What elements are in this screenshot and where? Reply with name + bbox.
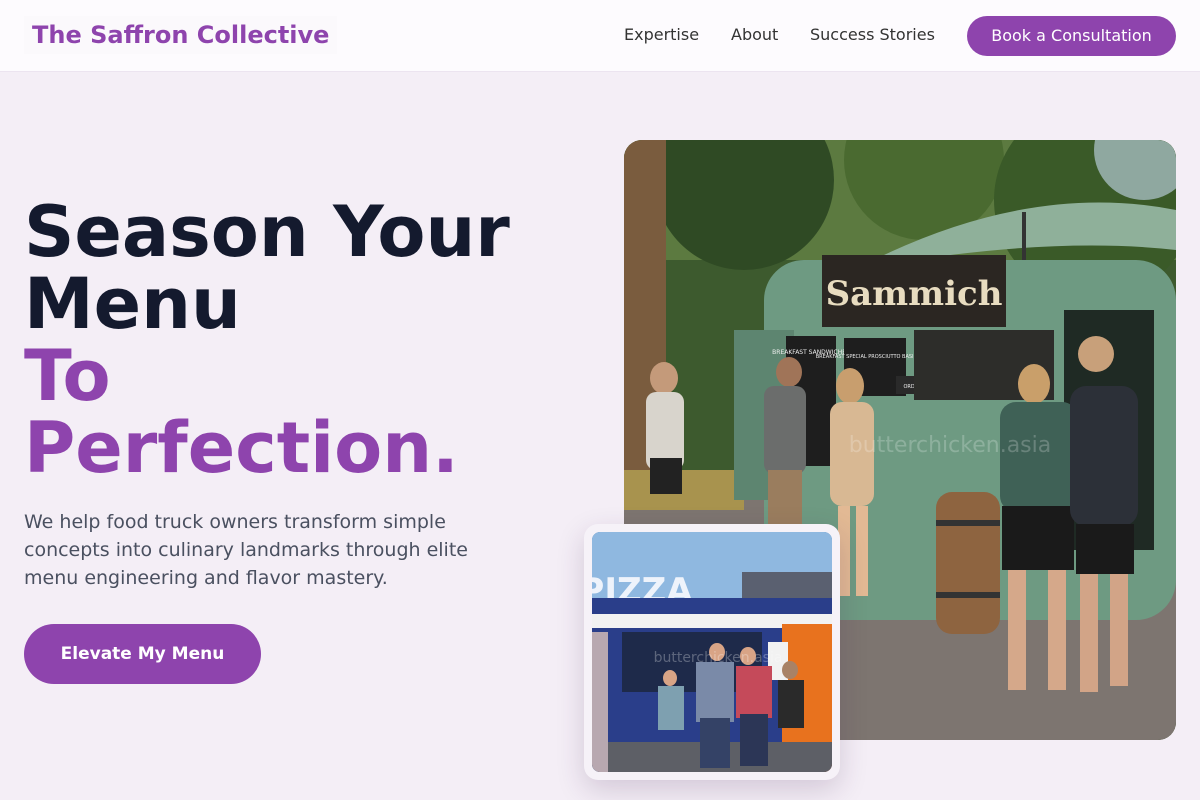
hero-headline: Season Your Menu To Perfection. [24,196,584,484]
book-consultation-button[interactable]: Book a Consultation [967,16,1176,56]
elevate-menu-button[interactable]: Elevate My Menu [24,624,261,684]
site-header: The Saffron Collective Expertise About S… [0,0,1200,72]
watermark-inset: butterchicken.asia [654,650,783,666]
headline-line-2: Menu [24,263,241,345]
brand-logo[interactable]: The Saffron Collective [24,16,338,54]
nav-link-expertise[interactable]: Expertise [624,24,699,46]
pizza-truck-photo: PIZZA butterchicken.asia [592,532,832,772]
pizza-truck-illustration: PIZZA butterchicken.asia [592,532,832,772]
truck-sign: Sammich [826,274,1003,314]
watermark-main: butterchicken.asia [849,433,1051,458]
nav-link-success-stories[interactable]: Success Stories [810,24,935,46]
headline-line-1: Season Your [24,191,510,273]
headline-line-3: To [24,335,111,417]
nav-link-about[interactable]: About [731,24,778,46]
hero-subtext: We help food truck owners transform simp… [24,511,468,589]
headline-line-4: Perfection. [24,407,459,489]
